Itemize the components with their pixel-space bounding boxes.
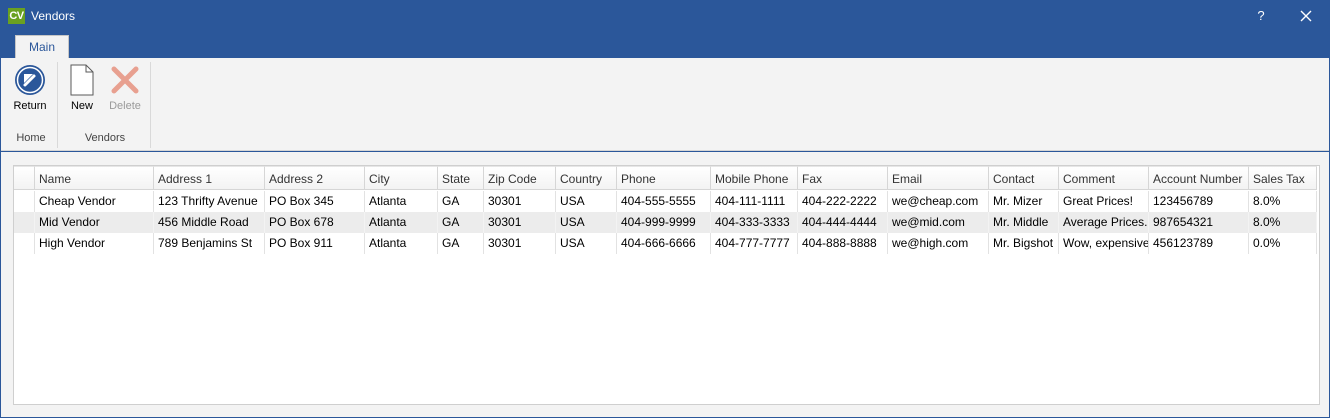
delete-button[interactable]: Delete bbox=[105, 64, 145, 112]
return-button-label: Return bbox=[13, 100, 47, 112]
new-document-icon bbox=[70, 64, 94, 96]
group-separator bbox=[57, 62, 58, 148]
column-header-email[interactable]: Email bbox=[888, 166, 989, 190]
ribbon-tabstrip: Main bbox=[0, 33, 1330, 59]
tab-main[interactable]: Main bbox=[15, 35, 69, 59]
column-header-sales-tax[interactable]: Sales Tax bbox=[1249, 166, 1317, 190]
column-header-account-number[interactable]: Account Number bbox=[1149, 166, 1249, 190]
cell-comment[interactable]: Average Prices. bbox=[1059, 212, 1149, 233]
cell-country[interactable]: USA bbox=[556, 212, 617, 233]
cell-phone[interactable]: 404-555-5555 bbox=[617, 191, 711, 212]
cell-address-2[interactable]: PO Box 911 bbox=[265, 233, 365, 254]
return-button[interactable]: Return bbox=[9, 64, 51, 112]
cell-state[interactable]: GA bbox=[438, 233, 484, 254]
row-selector[interactable] bbox=[14, 233, 35, 254]
cell-mobile-phone[interactable]: 404-111-1111 bbox=[711, 191, 798, 212]
column-header-phone[interactable]: Phone bbox=[617, 166, 711, 190]
ribbon: Return Home New Delete Vendors bbox=[1, 58, 1329, 151]
close-icon bbox=[1300, 10, 1312, 22]
cell-state[interactable]: GA bbox=[438, 212, 484, 233]
app-logo-icon: CV bbox=[8, 8, 25, 24]
grid-header-row: Name Address 1 Address 2 City State Zip … bbox=[14, 166, 1317, 190]
cell-zip-code[interactable]: 30301 bbox=[484, 212, 556, 233]
cell-address-1[interactable]: 789 Benjamins St bbox=[154, 233, 265, 254]
column-header-contact[interactable]: Contact bbox=[989, 166, 1059, 190]
vendors-grid: Name Address 1 Address 2 City State Zip … bbox=[13, 165, 1320, 405]
column-header-zip-code[interactable]: Zip Code bbox=[484, 166, 556, 190]
cell-name[interactable]: Mid Vendor bbox=[35, 212, 154, 233]
cell-contact[interactable]: Mr. Mizer bbox=[989, 191, 1059, 212]
cell-mobile-phone[interactable]: 404-777-7777 bbox=[711, 233, 798, 254]
column-header-address-2[interactable]: Address 2 bbox=[265, 166, 365, 190]
delete-button-label: Delete bbox=[109, 100, 141, 112]
cell-account-number[interactable]: 456123789 bbox=[1149, 233, 1249, 254]
column-header-name[interactable]: Name bbox=[35, 166, 154, 190]
cell-contact[interactable]: Mr. Bigshot bbox=[989, 233, 1059, 254]
table-row[interactable]: Mid Vendor 456 Middle Road PO Box 678 At… bbox=[14, 212, 1317, 233]
group-label-home: Home bbox=[16, 132, 46, 144]
cell-comment[interactable]: Wow, expensive bbox=[1059, 233, 1149, 254]
table-row[interactable]: Cheap Vendor 123 Thrifty Avenue PO Box 3… bbox=[14, 191, 1317, 212]
cell-city[interactable]: Atlanta bbox=[365, 191, 438, 212]
close-button[interactable] bbox=[1292, 4, 1320, 28]
group-label-vendors: Vendors bbox=[84, 132, 126, 144]
column-header-country[interactable]: Country bbox=[556, 166, 617, 190]
cell-address-1[interactable]: 123 Thrifty Avenue bbox=[154, 191, 265, 212]
return-arrow-icon bbox=[15, 65, 45, 95]
cell-phone[interactable]: 404-666-6666 bbox=[617, 233, 711, 254]
cell-sales-tax[interactable]: 8.0% bbox=[1249, 212, 1317, 233]
cell-account-number[interactable]: 123456789 bbox=[1149, 191, 1249, 212]
cell-email[interactable]: we@mid.com bbox=[888, 212, 989, 233]
column-header-address-1[interactable]: Address 1 bbox=[154, 166, 265, 190]
cell-account-number[interactable]: 987654321 bbox=[1149, 212, 1249, 233]
table-row[interactable]: High Vendor 789 Benjamins St PO Box 911 … bbox=[14, 233, 1317, 254]
column-header-mobile-phone[interactable]: Mobile Phone bbox=[711, 166, 798, 190]
cell-country[interactable]: USA bbox=[556, 191, 617, 212]
row-selector-header bbox=[14, 166, 35, 190]
cell-sales-tax[interactable]: 0.0% bbox=[1249, 233, 1317, 254]
vendors-window: CV Vendors ? Main Return Home New Delete… bbox=[0, 0, 1330, 418]
cell-name[interactable]: Cheap Vendor bbox=[35, 191, 154, 212]
new-button[interactable]: New bbox=[65, 64, 99, 112]
new-button-label: New bbox=[70, 100, 93, 112]
row-selector[interactable] bbox=[14, 191, 35, 212]
cell-zip-code[interactable]: 30301 bbox=[484, 233, 556, 254]
cell-zip-code[interactable]: 30301 bbox=[484, 191, 556, 212]
row-selector[interactable] bbox=[14, 212, 35, 233]
cell-email[interactable]: we@cheap.com bbox=[888, 191, 989, 212]
delete-x-icon bbox=[111, 66, 139, 94]
cell-fax[interactable]: 404-222-2222 bbox=[798, 191, 888, 212]
help-button[interactable]: ? bbox=[1250, 5, 1272, 27]
cell-sales-tax[interactable]: 8.0% bbox=[1249, 191, 1317, 212]
cell-state[interactable]: GA bbox=[438, 191, 484, 212]
cell-mobile-phone[interactable]: 404-333-3333 bbox=[711, 212, 798, 233]
column-header-comment[interactable]: Comment bbox=[1059, 166, 1149, 190]
group-separator bbox=[150, 62, 151, 148]
title-bar: CV Vendors ? bbox=[0, 0, 1330, 33]
cell-address-2[interactable]: PO Box 345 bbox=[265, 191, 365, 212]
cell-contact[interactable]: Mr. Middle bbox=[989, 212, 1059, 233]
cell-city[interactable]: Atlanta bbox=[365, 233, 438, 254]
cell-email[interactable]: we@high.com bbox=[888, 233, 989, 254]
cell-fax[interactable]: 404-444-4444 bbox=[798, 212, 888, 233]
column-header-fax[interactable]: Fax bbox=[798, 166, 888, 190]
column-header-city[interactable]: City bbox=[365, 166, 438, 190]
cell-city[interactable]: Atlanta bbox=[365, 212, 438, 233]
cell-comment[interactable]: Great Prices! bbox=[1059, 191, 1149, 212]
column-header-state[interactable]: State bbox=[438, 166, 484, 190]
cell-phone[interactable]: 404-999-9999 bbox=[617, 212, 711, 233]
content-area: Name Address 1 Address 2 City State Zip … bbox=[1, 152, 1329, 417]
window-title: Vendors bbox=[31, 9, 76, 23]
cell-address-2[interactable]: PO Box 678 bbox=[265, 212, 365, 233]
cell-address-1[interactable]: 456 Middle Road bbox=[154, 212, 265, 233]
cell-country[interactable]: USA bbox=[556, 233, 617, 254]
cell-fax[interactable]: 404-888-8888 bbox=[798, 233, 888, 254]
cell-name[interactable]: High Vendor bbox=[35, 233, 154, 254]
